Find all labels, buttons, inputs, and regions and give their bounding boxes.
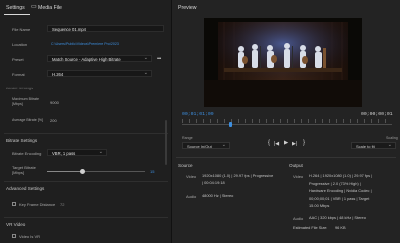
key-frame-distance-value[interactable]: 72 (60, 202, 64, 207)
avg-bitrate-value[interactable]: 200 (50, 118, 57, 123)
output-video-key: Video (293, 174, 304, 179)
playhead-handle[interactable] (228, 122, 232, 127)
scrolled-section-heading: Bitrate Settings (6, 85, 34, 90)
target-bitrate-slider[interactable] (47, 169, 145, 174)
active-tab-indicator (4, 14, 30, 15)
source-title: Source (178, 163, 193, 168)
key-frame-distance-label: Key Frame Distance (19, 202, 56, 207)
bitrate-encoding-value: VBR, 1 pass (52, 151, 76, 156)
timecode-in[interactable]: 00;01;01;09 (182, 112, 214, 117)
format-dropdown[interactable]: H.264 (47, 70, 152, 77)
source-audio-key: Audio (186, 194, 197, 199)
preview-title: Preview (178, 5, 197, 11)
file-name-label: File Name (12, 27, 31, 32)
preset-dropdown[interactable]: Match Source - Adaptive High Bitrate (47, 55, 152, 62)
output-video-line: Progressive | 2.0 (73% High) | (309, 180, 361, 186)
settings-scrollbar[interactable] (165, 120, 167, 165)
set-in-icon[interactable]: { (268, 140, 270, 146)
vr-video-title[interactable]: VR Video (6, 222, 25, 227)
output-video-line: Hardware Encoding | Nvidia Codec | (309, 188, 372, 194)
max-bitrate-unit: [Mbps] (12, 102, 23, 106)
estimated-file-size-label: Estimated File Size: (293, 225, 328, 230)
timeline-ticks (182, 119, 392, 123)
file-name-field[interactable]: Sequence 01.mp4 (47, 25, 164, 32)
location-label: Location (12, 42, 28, 47)
format-value: H.264 (52, 72, 64, 77)
output-video-line: 15.00 Mbps (309, 203, 330, 209)
max-bitrate-value[interactable]: 9000 (50, 100, 59, 105)
range-dropdown[interactable]: Source In/Out (182, 142, 230, 149)
location-link[interactable]: C:\Users\Public\Videos\Premiere Pro\2023 (51, 42, 119, 46)
timecode-out: 00;00;00;01 (361, 112, 393, 117)
range-label: Range (182, 136, 193, 140)
timeline-track (182, 124, 392, 125)
step-back-icon[interactable]: |◀ (274, 141, 279, 147)
output-audio-key: Audio (293, 216, 304, 221)
bitrate-encoding-dropdown[interactable]: VBR, 1 pass (47, 149, 107, 156)
key-frame-distance-checkbox[interactable] (12, 202, 16, 206)
source-video-key: Video (186, 174, 197, 179)
avg-bitrate-label: Average Bitrate [%] (12, 118, 43, 122)
step-forward-icon[interactable]: ▶| (292, 141, 297, 147)
folder-icon: ▭ (31, 4, 37, 10)
video-is-vr-label: Video Is VR (19, 234, 41, 239)
play-icon[interactable]: ▶ (284, 140, 288, 146)
range-value: Source In/Out (187, 144, 212, 149)
max-bitrate-label: Maximum Bitrate (12, 97, 39, 101)
section-divider (176, 157, 396, 158)
output-video-line: 00;00;00;01 | VBR | 1 pass | Target (309, 195, 370, 201)
output-video-line: H.264 | 1920x1080 (1.0) | 29.97 fps | (309, 173, 373, 178)
format-label: Format (12, 72, 25, 77)
target-bitrate-slider-handle[interactable] (79, 169, 85, 174)
file-name-value: Sequence 01.mp4 (52, 27, 86, 32)
scaling-dropdown[interactable]: Scale to fit (351, 142, 396, 149)
scaling-label: Scaling (386, 136, 398, 140)
tab-bar: Settings ▭ Media File (0, 0, 171, 16)
output-title: Output (289, 163, 303, 168)
section-divider (4, 181, 168, 182)
output-audio-value: AAC | 320 kbps | 48 kHz | Stereo (309, 215, 366, 220)
set-out-icon[interactable]: } (303, 140, 305, 146)
advanced-settings-title[interactable]: Advanced Settings (6, 186, 44, 191)
target-bitrate-unit: [Mbps] (12, 170, 25, 175)
bitrate-encoding-label: Bitrate Encoding (12, 151, 42, 156)
video-is-vr-checkbox[interactable] (12, 234, 16, 238)
section-divider (4, 133, 168, 134)
export-settings-panel: Settings ▭ Media File File Name Sequence… (0, 0, 171, 243)
source-audio-value: 48000 Hz | Stereo (202, 193, 234, 198)
more-options-icon[interactable]: ••• (157, 56, 161, 62)
source-video-value-2: | 00:04:19:18 (202, 180, 225, 185)
scaling-value: Scale to fit (356, 144, 375, 149)
preset-label: Preset (12, 57, 24, 62)
bitrate-settings-title[interactable]: Bitrate Settings (6, 138, 37, 143)
target-bitrate-slider-fill (47, 171, 83, 172)
preview-panel: Preview 00;01;01;09 00;00;00;01 Range So… (172, 0, 400, 243)
video-preview-frame (204, 18, 362, 107)
estimated-file-size-value: 96 KB (335, 225, 346, 230)
preview-timeline[interactable] (182, 119, 392, 129)
tab-settings[interactable]: Settings (6, 5, 25, 11)
tab-media-file[interactable]: Media File (38, 5, 62, 11)
preset-value: Match Source - Adaptive High Bitrate (52, 57, 121, 62)
target-bitrate-value[interactable]: 15 (150, 169, 154, 174)
concert-stage-image (204, 18, 362, 107)
section-divider (4, 217, 168, 218)
